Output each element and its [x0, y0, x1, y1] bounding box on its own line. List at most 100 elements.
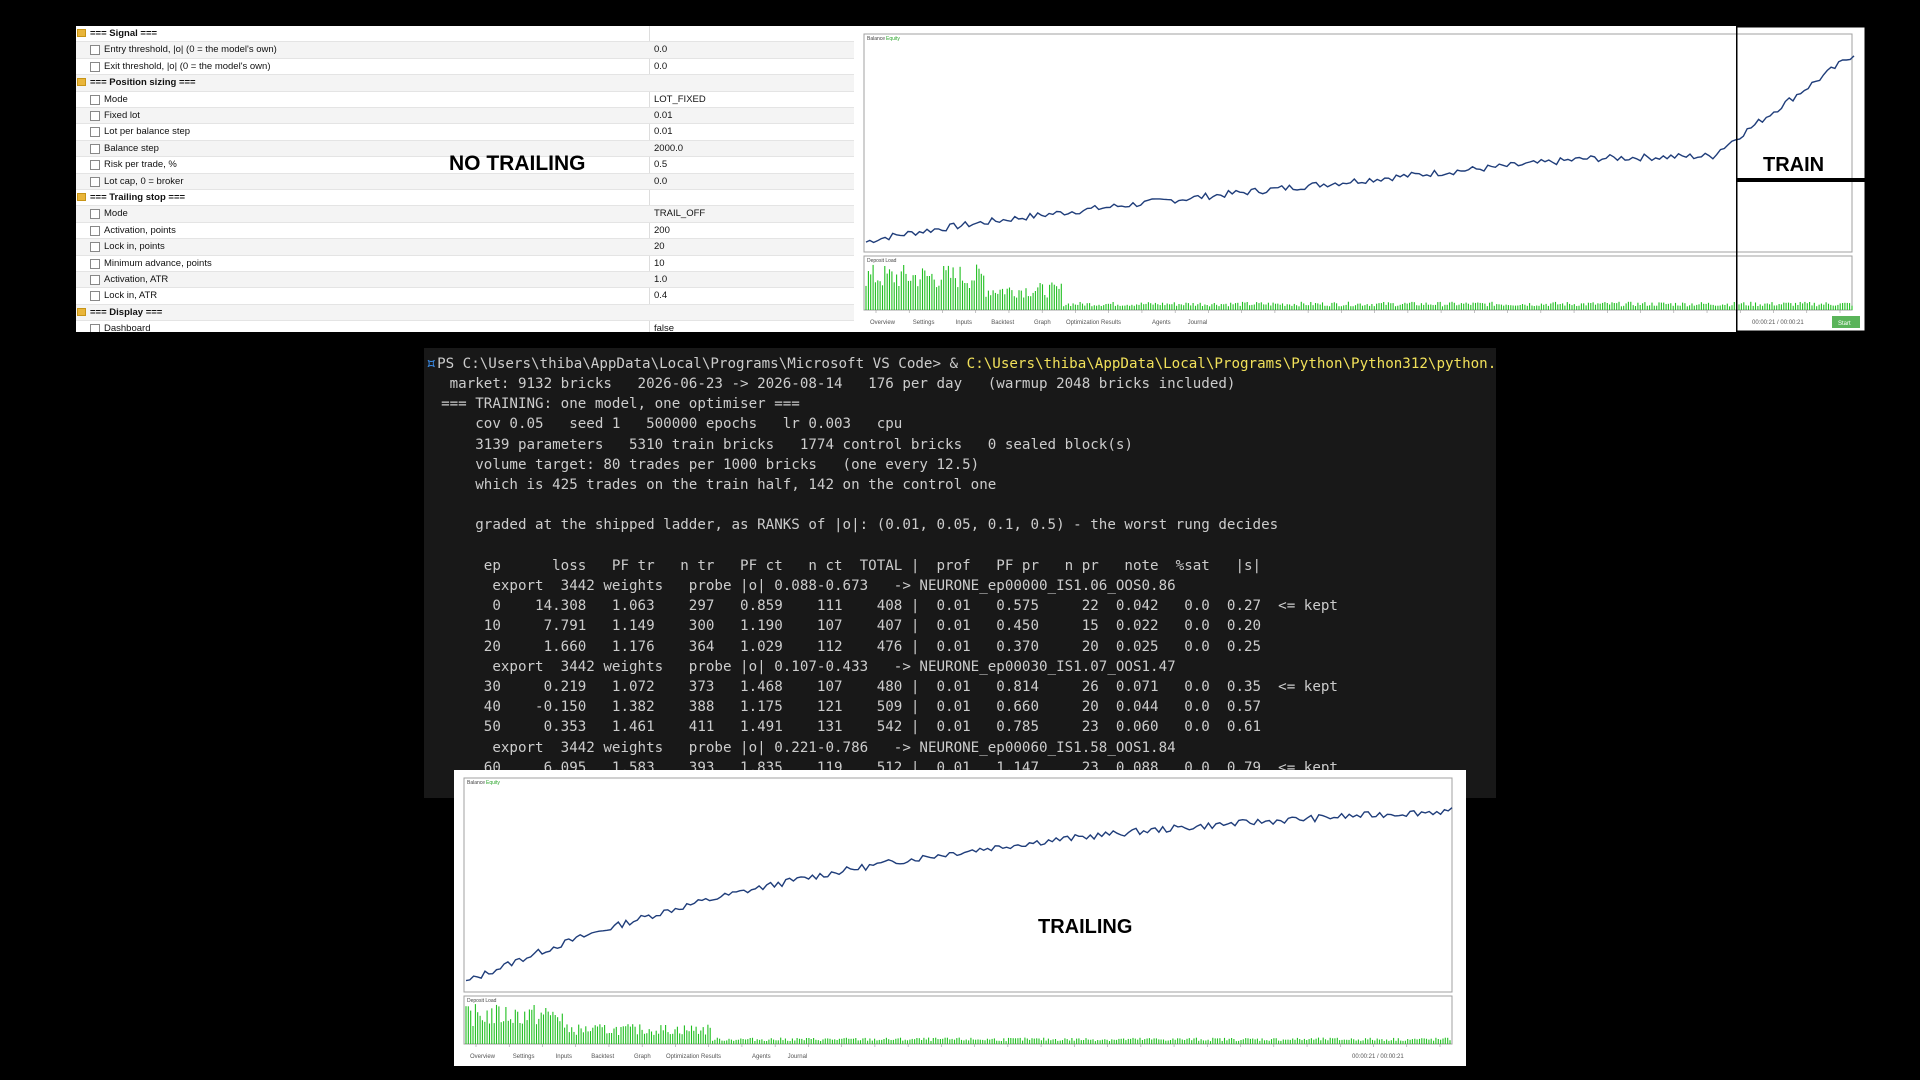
terminal-output-line: 30 0.219 1.072 373 1.468 107 480 | 0.01 …: [424, 679, 1338, 695]
powershell-icon: ⯏: [426, 356, 438, 372]
param-value[interactable]: 0.5: [654, 159, 667, 170]
optimize-checkbox[interactable]: [90, 225, 100, 236]
tester-tab[interactable]: Settings: [513, 1054, 535, 1060]
settings-param-row[interactable]: Lock in, points 20: [76, 239, 854, 256]
legend-balance: Balance: [867, 36, 885, 42]
param-name: Exit threshold, |o| (0 = the model's own…: [104, 60, 271, 72]
settings-section-header[interactable]: === Trailing stop ===: [76, 190, 854, 207]
tester-tab[interactable]: Settings: [913, 320, 935, 326]
optimize-checkbox[interactable]: [90, 275, 100, 285]
settings-section-header[interactable]: === Position sizing ===: [76, 75, 854, 92]
tester-tab[interactable]: Journal: [788, 1054, 808, 1060]
param-name: Lot cap, 0 = broker: [104, 175, 184, 187]
optimize-checkbox[interactable]: [90, 242, 100, 253]
settings-param-row[interactable]: Mode LOT_FIXED: [76, 92, 854, 108]
param-name: Balance step: [104, 142, 159, 154]
param-value[interactable]: LOT_FIXED: [654, 94, 706, 105]
settings-param-row[interactable]: Dashboard false: [76, 321, 854, 332]
settings-param-row[interactable]: Lock in, ATR 0.4: [76, 288, 854, 305]
balance-chart-top: Balance Equity Deposit Load Overview Setting…: [863, 33, 1860, 328]
param-value[interactable]: false: [654, 323, 674, 332]
settings-param-row[interactable]: Lot per balance step 0.01: [76, 124, 854, 141]
tester-timer: 00:00:21 / 00:00:21: [1352, 1054, 1404, 1060]
settings-section-header[interactable]: === Display ===: [76, 304, 854, 322]
param-name: Fixed lot: [104, 110, 140, 121]
terminal-output-line: export 3442 weights probe |o| 0.221-0.78…: [424, 739, 1176, 756]
param-value[interactable]: TRAIL_OFF: [654, 208, 705, 219]
settings-param-row[interactable]: Lot cap, 0 = broker 0.0: [76, 173, 854, 190]
optimize-checkbox[interactable]: [90, 143, 100, 154]
optimize-checkbox[interactable]: [90, 209, 100, 220]
tester-tab[interactable]: Agents: [1152, 320, 1171, 326]
main-plot-frame: [463, 777, 1453, 993]
section-label: === Signal ===: [90, 28, 158, 39]
param-value[interactable]: 1.0: [654, 274, 667, 285]
terminal-output-line: ep loss PF tr n tr PF ct n ct TOTAL | pr…: [424, 557, 1262, 574]
optimize-checkbox[interactable]: [90, 176, 100, 187]
param-value[interactable]: 2000.0: [654, 143, 683, 154]
optimize-checkbox[interactable]: [90, 127, 100, 138]
tester-tab[interactable]: Overview: [870, 320, 896, 326]
param-value[interactable]: 10: [654, 258, 665, 269]
param-name: Mode: [104, 93, 128, 105]
param-value[interactable]: 0.01: [654, 110, 673, 121]
settings-param-row[interactable]: Activation, ATR 1.0: [76, 272, 854, 289]
tester-tab[interactable]: Backtest: [591, 1054, 614, 1060]
tester-tab[interactable]: Inputs: [556, 1054, 572, 1060]
section-label: === Trailing stop ===: [90, 192, 186, 203]
terminal-prompt-line: ⯏PS C:\Users\thiba\AppData\Local\Program…: [426, 354, 1496, 374]
terminal-output-line: cov 0.05 seed 1 500000 epochs lr 0.003 c…: [424, 416, 903, 433]
deposit-load-frame: [463, 995, 1453, 1045]
param-value[interactable]: 20: [654, 241, 665, 252]
param-name: Entry threshold, |o| (0 = the model's ow…: [104, 44, 277, 56]
param-value[interactable]: 200: [654, 225, 670, 236]
tester-tab[interactable]: Overview: [470, 1054, 496, 1060]
folder-icon: [77, 193, 86, 201]
terminal-panel[interactable]: ⯏PS C:\Users\thiba\AppData\Local\Program…: [424, 348, 1496, 798]
optimize-checkbox[interactable]: [90, 61, 100, 72]
param-name: Lock in, points: [104, 241, 165, 253]
terminal-output-line: market: 9132 bricks 2026-06-23 -> 2026-0…: [424, 376, 1236, 392]
section-label: === Display ===: [90, 306, 163, 318]
no-trailing-label: NO TRAILING: [449, 152, 586, 175]
terminal-command-path: C:\Users\thiba\AppData\Local\Programs\Py…: [966, 356, 1496, 372]
param-name: Minimum advance, points: [104, 257, 212, 269]
settings-param-row[interactable]: Fixed lot 0.01: [76, 108, 854, 125]
legend-equity: Equity: [886, 36, 900, 42]
optimize-checkbox[interactable]: [90, 324, 100, 332]
settings-section-header[interactable]: === Signal ===: [76, 26, 854, 43]
optimize-checkbox[interactable]: [90, 111, 100, 121]
optimize-checkbox[interactable]: [90, 94, 100, 105]
optimize-checkbox[interactable]: [90, 291, 100, 302]
optimize-checkbox[interactable]: [90, 45, 100, 56]
tester-tab[interactable]: Optimization Results: [1066, 320, 1121, 326]
terminal-output-line: which is 425 trades on the train half, 1…: [424, 477, 997, 493]
settings-param-row[interactable]: Minimum advance, points 10: [76, 256, 854, 272]
tester-tab[interactable]: Optimization Results: [666, 1054, 721, 1060]
settings-param-row[interactable]: Activation, points 200: [76, 223, 854, 240]
tester-tab[interactable]: Graph: [634, 1054, 651, 1060]
tester-tab[interactable]: Agents: [752, 1054, 771, 1060]
param-value[interactable]: 0.01: [654, 126, 673, 137]
param-value[interactable]: 0.0: [654, 44, 667, 55]
param-value[interactable]: 0.0: [654, 176, 667, 187]
terminal-output-line: export 3442 weights probe |o| 0.107-0.43…: [424, 658, 1176, 675]
optimize-checkbox[interactable]: [90, 258, 100, 269]
terminal-output-line: 3139 parameters 5310 train bricks 1774 c…: [424, 436, 1133, 453]
optimize-checkbox[interactable]: [90, 160, 100, 171]
terminal-output-line: 40 -0.150 1.382 388 1.175 121 509 | 0.01…: [424, 699, 1262, 716]
deposit-load-label: Deposit Load: [467, 998, 497, 1004]
tester-tab[interactable]: Backtest: [991, 320, 1014, 326]
tester-tab[interactable]: Graph: [1034, 320, 1051, 326]
tester-tab[interactable]: Journal: [1188, 320, 1208, 326]
settings-param-row[interactable]: Exit threshold, |o| (0 = the model's own…: [76, 59, 854, 76]
section-label: === Position sizing ===: [90, 77, 196, 89]
param-value[interactable]: 0.0: [654, 61, 667, 72]
param-value[interactable]: 0.4: [654, 290, 667, 301]
deposit-load-label: Deposit Load: [867, 258, 897, 264]
settings-param-row[interactable]: Mode TRAIL_OFF: [76, 206, 854, 223]
settings-param-row[interactable]: Entry threshold, |o| (0 = the model's ow…: [76, 42, 854, 59]
tester-tab[interactable]: Inputs: [956, 320, 972, 326]
terminal-output-line: 10 7.791 1.149 300 1.190 107 407 | 0.01 …: [424, 618, 1262, 635]
terminal-output-line: 20 1.660 1.176 364 1.029 112 476 | 0.01 …: [424, 638, 1262, 655]
